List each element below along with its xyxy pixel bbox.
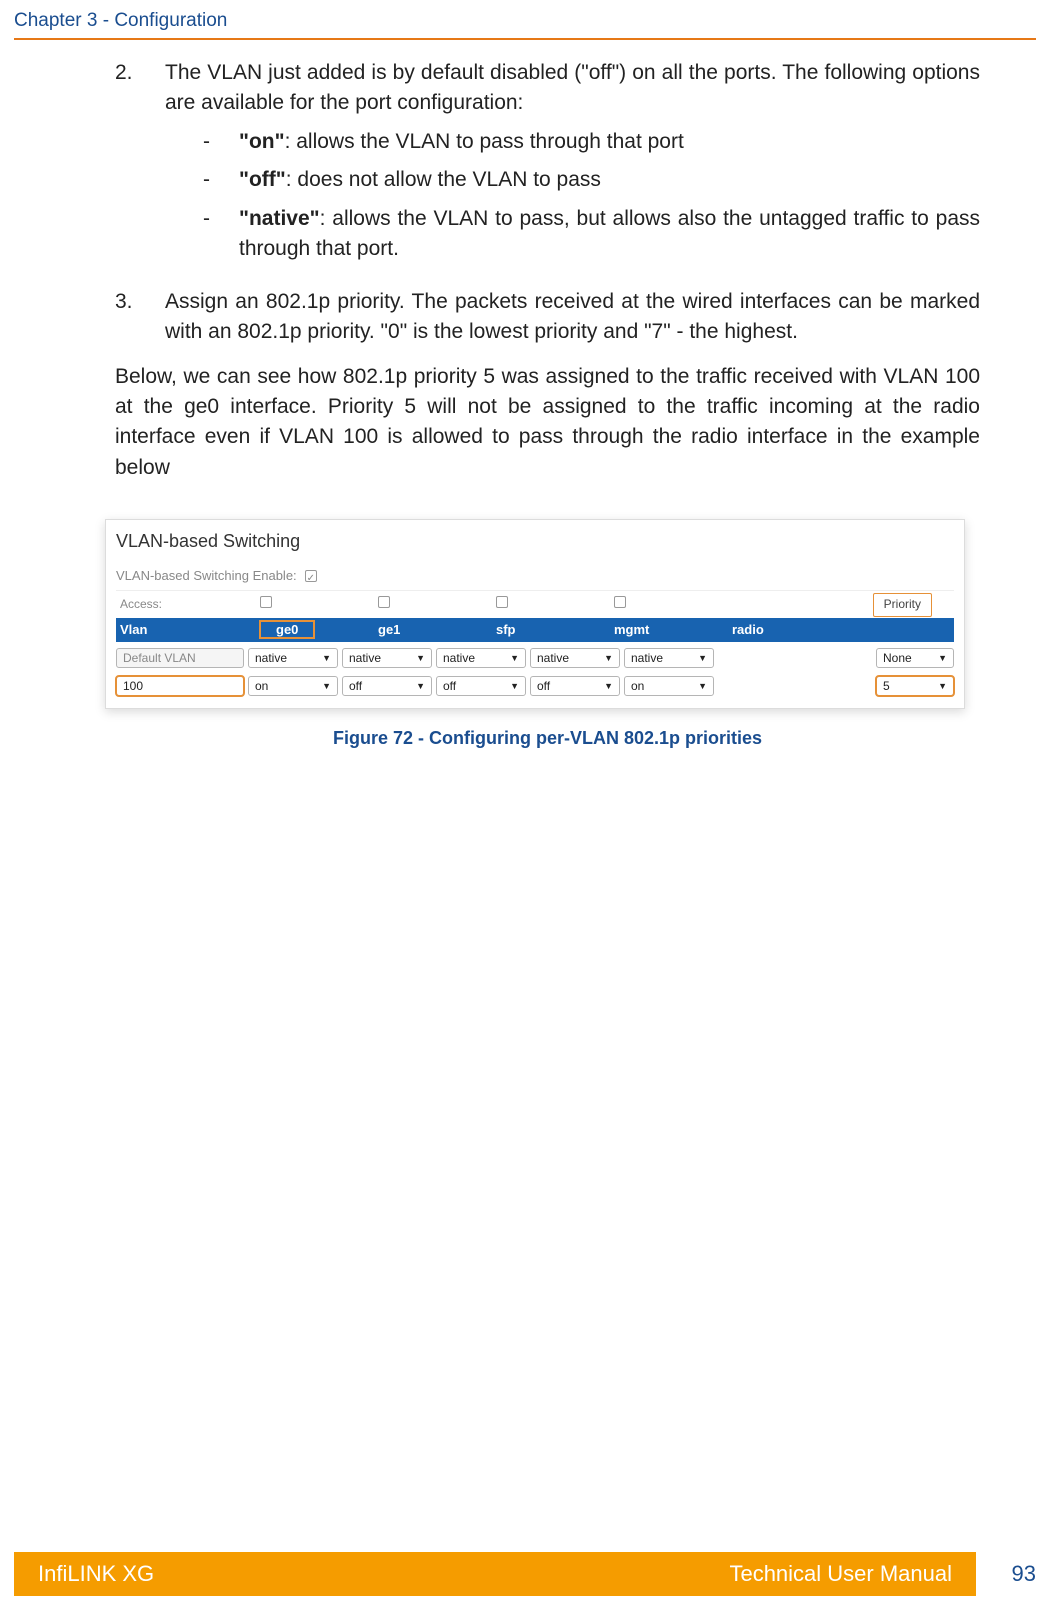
priority-select[interactable]: None▼ (876, 648, 954, 668)
list-text: The VLAN just added is by default disabl… (165, 58, 980, 119)
access-label: Access: (116, 596, 256, 613)
sfp-select[interactable]: off▼ (436, 676, 526, 696)
col-sfp: sfp (492, 621, 610, 640)
footer-bar: InfiLINK XG Technical User Manual (14, 1552, 976, 1596)
col-vlan: Vlan (116, 621, 256, 640)
sub-item: - "on": allows the VLAN to pass through … (203, 127, 980, 157)
enable-label: VLAN-based Switching Enable: (116, 567, 297, 586)
enable-checkbox[interactable] (305, 570, 317, 582)
chevron-down-icon: ▼ (322, 652, 331, 665)
dash: - (203, 165, 239, 195)
access-checkbox-ge0[interactable] (260, 596, 272, 608)
dash: - (203, 127, 239, 157)
paragraph: Below, we can see how 802.1p priority 5 … (115, 362, 980, 484)
col-mgmt: mgmt (610, 621, 728, 640)
mgmt-select[interactable]: off▼ (530, 676, 620, 696)
chevron-down-icon: ▼ (416, 680, 425, 693)
list-item: 3. Assign an 802.1p priority. The packet… (115, 287, 980, 348)
priority-badge: Priority (873, 593, 932, 616)
vlan-name-input[interactable] (116, 648, 244, 668)
access-checkbox-mgmt[interactable] (614, 596, 626, 608)
priority-select[interactable]: 5▼ (876, 676, 954, 696)
main-content: 2. The VLAN just added is by default dis… (0, 40, 1050, 751)
chapter-header: Chapter 3 - Configuration (0, 0, 1050, 36)
page-footer: InfiLINK XG Technical User Manual 93 (14, 1552, 1036, 1596)
on-text: : allows the VLAN to pass through that p… (285, 130, 684, 153)
chevron-down-icon: ▼ (698, 652, 707, 665)
ge1-select[interactable]: off▼ (342, 676, 432, 696)
chevron-down-icon: ▼ (510, 652, 519, 665)
table-row: native▼ native▼ native▼ native▼ native▼ … (116, 642, 954, 670)
sub-item: - "native": allows the VLAN to pass, but… (203, 204, 980, 265)
chevron-down-icon: ▼ (604, 680, 613, 693)
chevron-down-icon: ▼ (938, 680, 947, 693)
vlan-screenshot: VLAN-based Switching VLAN-based Switchin… (105, 519, 965, 709)
ge1-select[interactable]: native▼ (342, 648, 432, 668)
table-row: on▼ off▼ off▼ off▼ on▼ 5▼ (116, 670, 954, 698)
sfp-select[interactable]: native▼ (436, 648, 526, 668)
sub-item: - "off": does not allow the VLAN to pass (203, 165, 980, 195)
access-row: Access: Priority (116, 590, 954, 618)
col-radio: radio (728, 621, 846, 640)
list-text: Assign an 802.1p priority. The packets r… (165, 287, 980, 348)
col-ge0: ge0 (260, 621, 314, 638)
chevron-down-icon: ▼ (604, 652, 613, 665)
ge0-select[interactable]: on▼ (248, 676, 338, 696)
panel-title: VLAN-based Switching (116, 526, 954, 562)
list-number: 3. (115, 287, 165, 348)
radio-select[interactable]: on▼ (624, 676, 714, 696)
footer-right: Technical User Manual (729, 1561, 952, 1587)
list-number: 2. (115, 58, 165, 273)
native-label: "native" (239, 207, 320, 230)
chevron-down-icon: ▼ (416, 652, 425, 665)
chevron-down-icon: ▼ (322, 680, 331, 693)
mgmt-select[interactable]: native▼ (530, 648, 620, 668)
ge0-select[interactable]: native▼ (248, 648, 338, 668)
access-checkbox-ge1[interactable] (378, 596, 390, 608)
col-ge1: ge1 (374, 621, 492, 640)
footer-left: InfiLINK XG (38, 1561, 154, 1587)
access-checkbox-sfp[interactable] (496, 596, 508, 608)
off-label: "off" (239, 168, 286, 191)
chevron-down-icon: ▼ (510, 680, 519, 693)
list-item: 2. The VLAN just added is by default dis… (115, 58, 980, 273)
dash: - (203, 204, 239, 265)
off-text: : does not allow the VLAN to pass (286, 168, 601, 191)
enable-row: VLAN-based Switching Enable: (116, 562, 954, 590)
figure-caption: Figure 72 - Configuring per-VLAN 802.1p … (115, 725, 980, 751)
chevron-down-icon: ▼ (698, 680, 707, 693)
chevron-down-icon: ▼ (938, 652, 947, 665)
radio-select[interactable]: native▼ (624, 648, 714, 668)
on-label: "on" (239, 130, 285, 153)
native-text: : allows the VLAN to pass, but allows al… (239, 207, 980, 260)
vlan-name-input[interactable] (116, 676, 244, 696)
page-number: 93 (976, 1561, 1036, 1587)
header-row: Vlan ge0 ge1 sfp mgmt radio (116, 618, 954, 642)
